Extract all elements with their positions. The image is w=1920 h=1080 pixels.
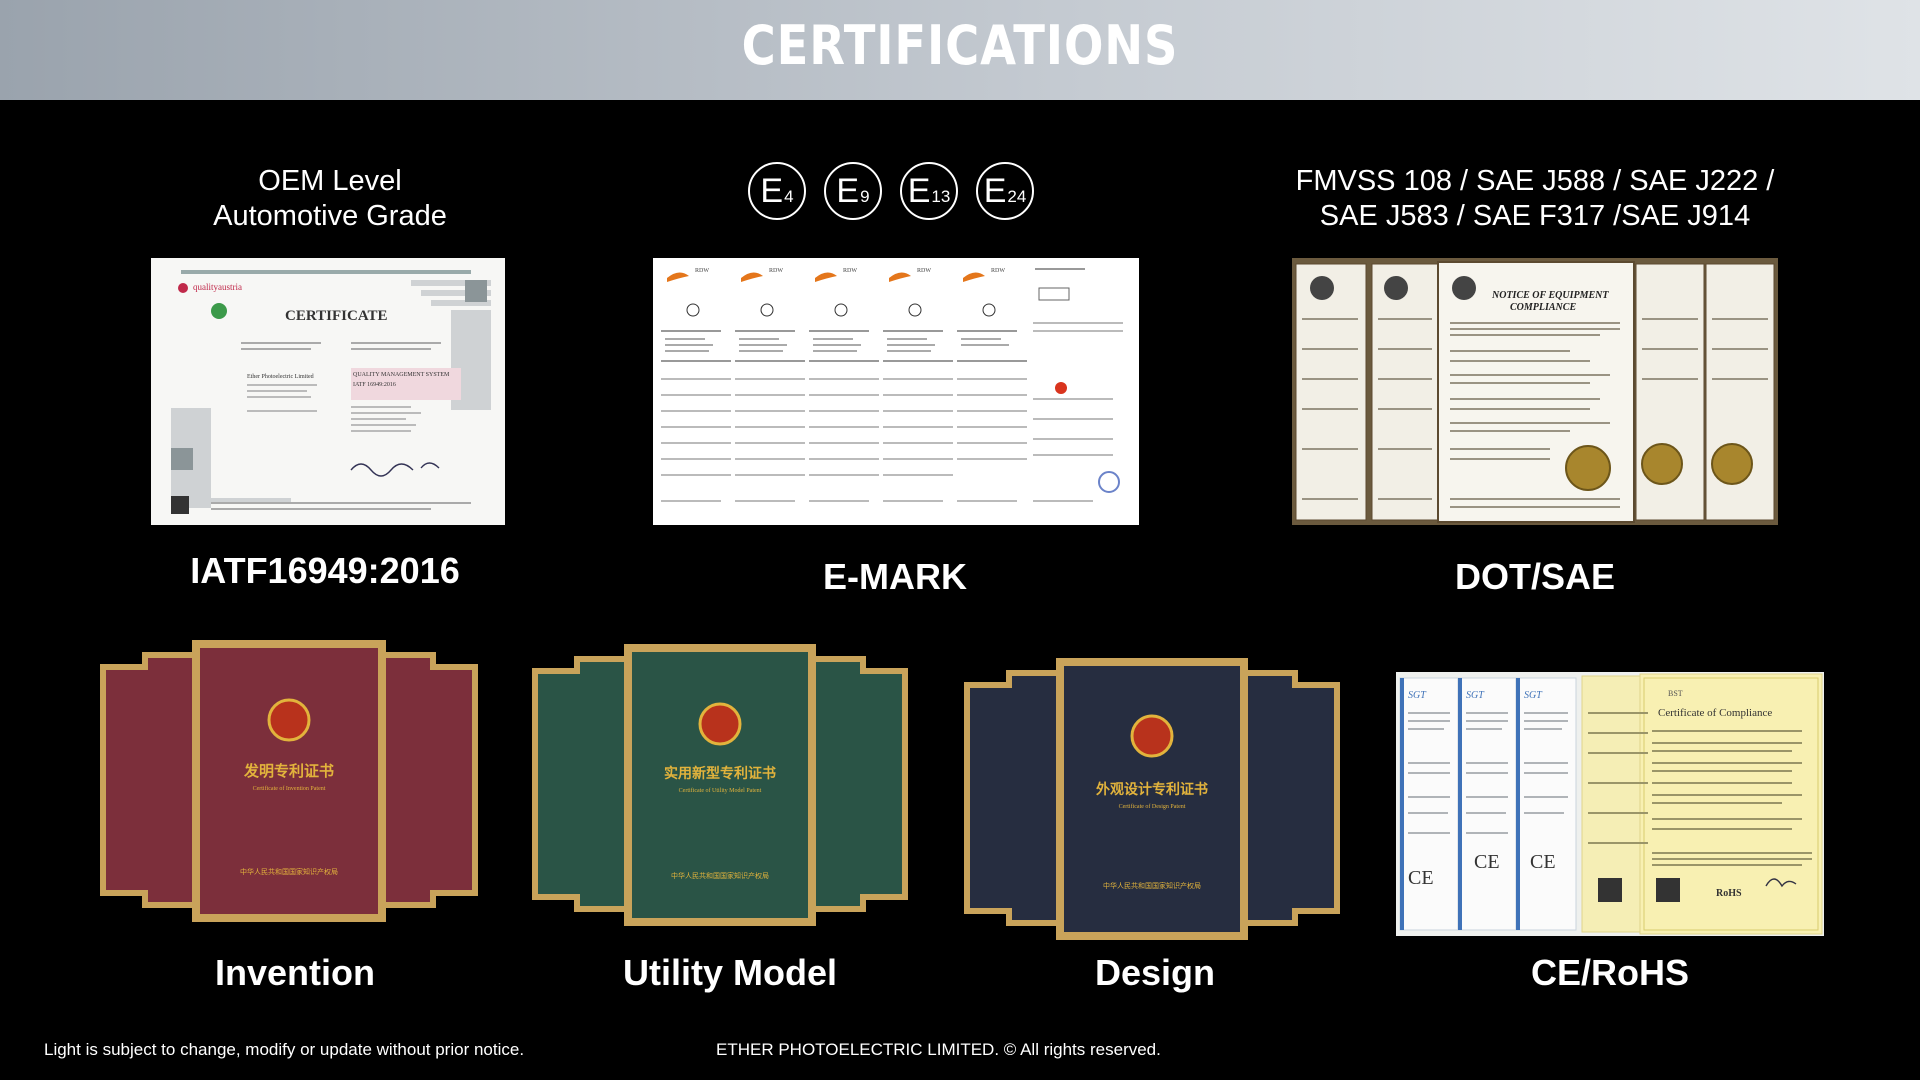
dot-heading-line2: SAE J583 / SAE F317 /SAE J914 [1319, 200, 1751, 232]
iatf-doc-brand: qualityaustria [193, 282, 242, 292]
iatf-caption: IATF16949:2016 [190, 550, 460, 591]
design-patent-image: 外观设计专利证书 Certificate of Design Patent 中华… [964, 658, 1340, 940]
dot-heading: FMVSS 108 / SAE J588 / SAE J222 / SAE J5… [1250, 164, 1820, 234]
invention-cn-title: 发明专利证书 [243, 762, 334, 780]
dot-doc-subtitle: COMPLIANCE [1510, 302, 1576, 313]
invention-patent-image: 发明专利证书 Certificate of Invention Patent 中… [100, 640, 478, 922]
ce-brand-bst: BST [1668, 689, 1683, 698]
emark-symbol: E9 [824, 162, 882, 220]
design-cn-title: 外观设计专利证书 [1096, 781, 1208, 798]
dot-sae-documents-image: NOTICE OF EQUIPMENT COMPLIANCE [1292, 258, 1778, 525]
svg-text:SGT: SGT [1524, 690, 1543, 701]
design-en-title: Certificate of Design Patent [1119, 803, 1186, 810]
ce-brand-sgt: SGT [1408, 690, 1427, 701]
iatf-certificate-image: qualityaustria CERTIFICATE Ether Photoel… [151, 258, 505, 525]
svg-text:RDW: RDW [769, 268, 783, 274]
invention-en-title: Certificate of Invention Patent [253, 785, 326, 792]
emark-documents-image: RDW RDW RDW RDW RDW [653, 258, 1139, 525]
utility-en-title: Certificate of Utility Model Patent [679, 787, 762, 794]
invention-caption: Invention [215, 952, 375, 993]
rohs-mark: RoHS [1716, 888, 1742, 899]
ce-doc-title: Certificate of Compliance [1658, 707, 1772, 719]
svg-text:SGT: SGT [1466, 690, 1485, 701]
utility-issuer: 中华人民共和国国家知识产权局 [671, 871, 769, 880]
svg-text:RDW: RDW [917, 268, 931, 274]
emark-symbol: E4 [748, 162, 806, 220]
iatf-heading-line1: OEM Level [258, 165, 402, 197]
page-title: CERTIFICATIONS [741, 14, 1179, 77]
design-cover-color [970, 666, 1334, 932]
design-caption: Design [1094, 952, 1216, 993]
iatf-doc-standard: IATF 16949:2016 [353, 382, 396, 388]
svg-text:RDW: RDW [695, 268, 709, 274]
ce-rohs-documents-image: SGT SGT SGT CE CE CE BST Certificate of … [1396, 672, 1824, 936]
header-bar: CERTIFICATIONS [0, 0, 1920, 100]
svg-text:CE: CE [1474, 851, 1500, 873]
emark-symbol: E 24 [976, 162, 1034, 220]
iatf-doc-company: Ether Photoelectric Limited [247, 374, 314, 380]
iatf-doc-title: CERTIFICATE [285, 308, 388, 324]
dot-heading-line1: FMVSS 108 / SAE J588 / SAE J222 / [1295, 165, 1775, 197]
footer-copyright: ETHER PHOTOELECTRIC LIMITED. © All right… [716, 1040, 1161, 1059]
iatf-heading: OEM Level Automotive Grade [180, 164, 480, 234]
iatf-heading-line2: Automotive Grade [213, 200, 447, 232]
svg-text:RDW: RDW [991, 268, 1005, 274]
footer-disclaimer: Light is subject to change, modify or up… [44, 1040, 525, 1059]
emark-symbol: E 13 [900, 162, 958, 220]
utility-model-patent-image: 实用新型专利证书 Certificate of Utility Model Pa… [532, 644, 908, 926]
ce-rohs-caption: CE/RoHS [1530, 952, 1689, 993]
utility-cn-title: 实用新型专利证书 [664, 765, 776, 782]
svg-text:RDW: RDW [843, 268, 857, 274]
emark-symbols: E4 E9 E 13 E 24 [748, 162, 1048, 224]
utility-model-caption: Utility Model [623, 952, 837, 993]
design-issuer: 中华人民共和国国家知识产权局 [1103, 881, 1201, 890]
iatf-doc-system: QUALITY MANAGEMENT SYSTEM [353, 372, 450, 378]
invention-issuer: 中华人民共和国国家知识产权局 [240, 867, 338, 876]
ce-mark: CE [1408, 867, 1434, 889]
svg-text:CE: CE [1530, 851, 1556, 873]
dot-doc-title: NOTICE OF EQUIPMENT [1491, 290, 1609, 301]
emark-caption: E-MARK [823, 556, 967, 597]
dot-caption: DOT/SAE [1454, 556, 1615, 597]
